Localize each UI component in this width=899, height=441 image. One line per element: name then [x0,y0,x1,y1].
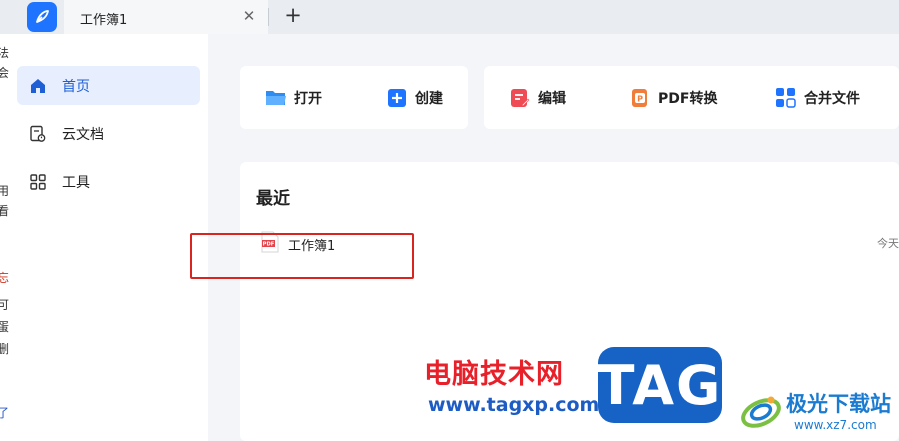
background-text: 删 [0,342,10,356]
background-text: 蛋 [0,320,10,334]
watermark-site-name: 电脑技术网 [424,359,564,390]
background-text: 用 [0,184,10,198]
svg-text:P: P [637,95,643,104]
recent-title: 最近 [256,189,290,209]
pdf-convert-button[interactable]: P PDF转换 [628,83,717,113]
watermark-site2-name: 极光下载站 [786,392,891,416]
cloud-document-icon [28,124,48,144]
merge-icon [774,86,798,110]
sidebar-item-cloud-docs[interactable]: 云文档 [17,114,200,153]
highlight-annotation [190,233,414,279]
feather-icon [36,10,49,23]
tab-bar: 工作簿1 ✕ + [0,0,899,34]
plus-icon: + [284,3,302,27]
sidebar-item-home[interactable]: 首页 [17,66,200,105]
home-icon [28,76,48,96]
background-window-edge: 法 会 用 看 忘 可 蛋 删 了 [0,34,10,441]
sidebar: 首页 云文档 工具 [10,34,208,441]
background-text: 可 [0,298,10,312]
watermark-site2: 极光下载站 www.xz7.com [738,382,899,441]
grid-icon [28,172,48,192]
watermark-site-url: www.tagxp.com [428,394,600,416]
edit-button[interactable]: 编辑 [508,83,566,113]
open-button[interactable]: 打开 [264,83,322,113]
merge-files-button[interactable]: 合并文件 [774,83,860,113]
background-text: 看 [0,204,10,218]
new-tab-button[interactable]: + [282,3,304,27]
file-time: 今天 [877,237,899,250]
quick-actions-card: 打开 创建 [240,66,468,129]
sidebar-item-label: 云文档 [62,126,104,143]
sidebar-item-label: 首页 [62,78,90,95]
background-text: 法 [0,46,10,60]
edit-label: 编辑 [538,91,566,107]
tab-divider [268,8,269,26]
watermark-tag-logo: TAG [598,347,722,423]
sidebar-item-label: 工具 [62,174,90,191]
swirl-logo-icon [741,396,781,428]
open-label: 打开 [294,91,322,107]
tab-title: 工作簿1 [80,13,128,28]
create-label: 创建 [415,91,443,107]
pdf-convert-label: PDF转换 [658,91,718,107]
pdf-convert-icon: P [628,86,652,110]
app-logo[interactable] [27,2,57,32]
folder-icon [264,86,288,110]
background-text: 忘 [0,271,10,285]
tools-card: 编辑 P PDF转换 合并文件 [484,66,899,129]
watermark-site2-url: www.xz7.com [794,418,877,432]
plus-square-icon [385,86,409,110]
background-text: 会 [0,66,10,80]
merge-label: 合并文件 [804,91,860,107]
background-text: 了 [0,406,10,420]
tab-document[interactable]: 工作簿1 ✕ [64,0,268,34]
sidebar-item-tools[interactable]: 工具 [17,162,200,201]
edit-document-icon [508,86,532,110]
close-icon[interactable]: ✕ [240,7,258,25]
create-button[interactable]: 创建 [385,83,443,113]
